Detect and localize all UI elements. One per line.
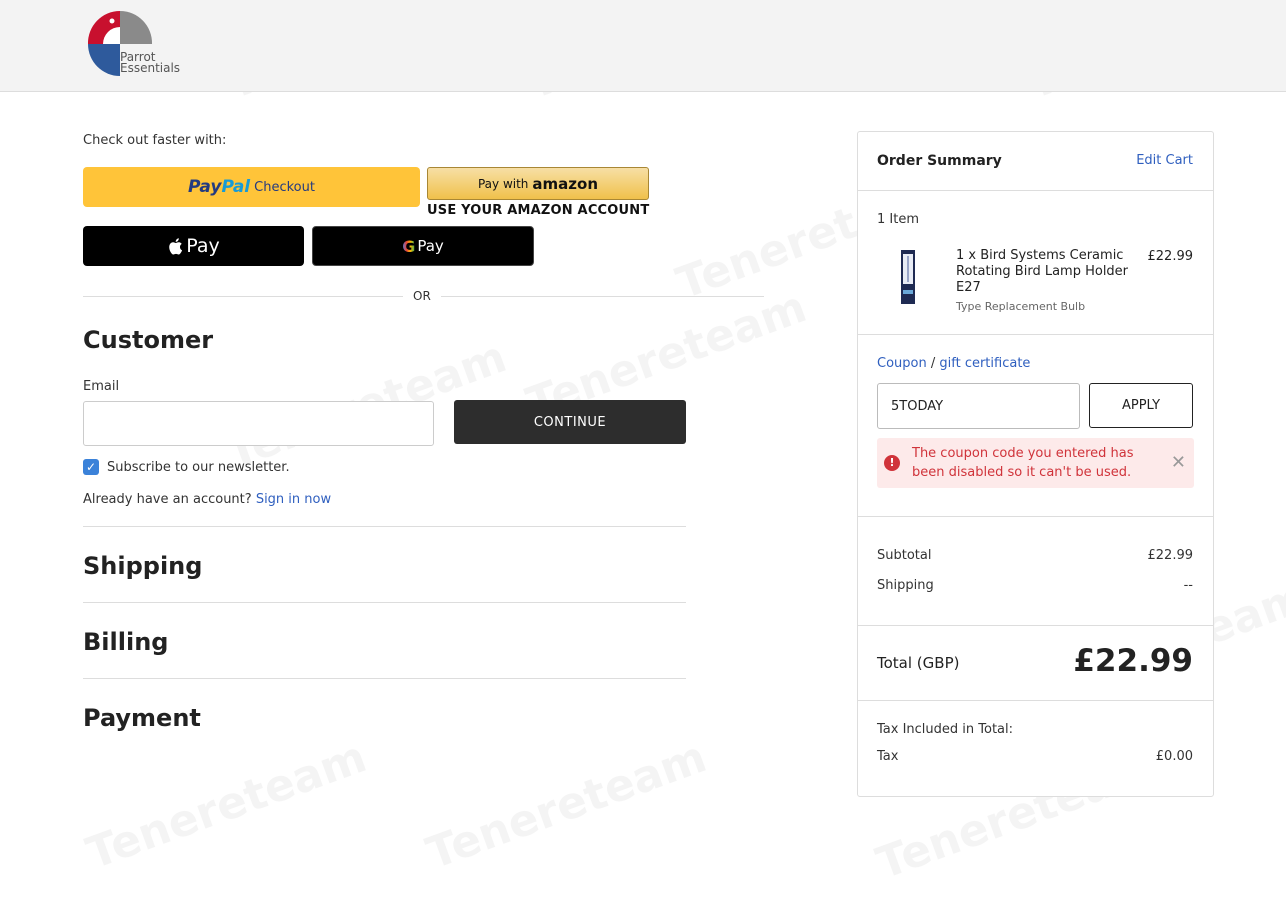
newsletter-label: Subscribe to our newsletter. <box>107 460 290 475</box>
paypal-pay-text: Pay <box>188 177 222 197</box>
gift-certificate-link[interactable]: gift certificate <box>939 356 1030 371</box>
order-summary-header: Order Summary Edit Cart <box>858 132 1213 191</box>
watermark: Tenereteam <box>420 731 713 879</box>
google-g-icon: G <box>402 236 416 256</box>
section-divider <box>83 526 686 527</box>
coupon-code-input[interactable] <box>877 383 1080 429</box>
section-divider <box>83 678 686 679</box>
paypal-checkout-label: Checkout <box>254 179 315 195</box>
summary-divider <box>858 625 1213 626</box>
order-summary-title: Order Summary <box>877 153 1002 169</box>
google-pay-label: Pay <box>417 237 444 255</box>
error-icon: ! <box>884 455 900 471</box>
paypal-logo: PayPal <box>188 177 250 197</box>
logo-line-2: Essentials <box>120 61 181 75</box>
payment-heading: Payment <box>83 704 201 732</box>
coupon-separator: / <box>926 356 940 371</box>
express-checkout-heading: Check out faster with: <box>83 133 227 148</box>
apple-pay-button[interactable]: Pay <box>83 226 304 266</box>
sign-in-prompt: Already have an account? Sign in now <box>83 492 331 507</box>
tax-label: Tax <box>877 749 899 764</box>
section-divider <box>83 602 686 603</box>
continue-button[interactable]: CONTINUE <box>454 400 686 444</box>
amazon-pay-button[interactable]: Pay with amazon <box>427 167 649 200</box>
apple-icon <box>169 237 183 255</box>
email-label: Email <box>83 379 120 394</box>
amazon-account-caption: USE YOUR AMAZON ACCOUNT <box>427 203 650 218</box>
summary-divider <box>858 516 1213 517</box>
item-count: 1 Item <box>877 212 919 227</box>
tax-heading: Tax Included in Total: <box>877 722 1014 737</box>
account-prompt-text: Already have an account? <box>83 492 252 507</box>
coupon-error-alert: ! The coupon code you entered has been d… <box>877 438 1194 488</box>
coupon-toggle: Coupon / gift certificate <box>877 356 1030 371</box>
google-pay-button[interactable]: G Pay <box>312 226 534 266</box>
customer-heading: Customer <box>83 326 214 354</box>
order-summary-panel: Order Summary Edit Cart 1 Item 1 x Bird … <box>857 131 1214 797</box>
summary-divider <box>858 700 1213 701</box>
parrot-essentials-logo[interactable]: Parrot Essentials <box>87 10 198 77</box>
apply-coupon-button[interactable]: APPLY <box>1089 383 1193 428</box>
close-icon[interactable]: ✕ <box>1171 452 1186 473</box>
apple-pay-label: Pay <box>186 235 220 257</box>
product-option: Type Replacement Bulb <box>956 300 1086 313</box>
shipping-heading: Shipping <box>83 552 203 580</box>
summary-divider <box>858 334 1213 335</box>
amazon-logo: amazon <box>532 174 599 193</box>
product-name: 1 x Bird Systems Ceramic Rotating Bird L… <box>956 248 1129 295</box>
paypal-pal-text: Pal <box>221 177 251 197</box>
subtotal-value: £22.99 <box>1147 548 1194 563</box>
total-label: Total (GBP) <box>877 654 960 672</box>
product-price: £22.99 <box>1147 249 1194 264</box>
logo-text: Parrot Essentials <box>120 51 181 75</box>
billing-heading: Billing <box>83 628 169 656</box>
newsletter-checkbox[interactable]: ✓ <box>83 459 99 475</box>
tax-value: £0.00 <box>1155 749 1193 764</box>
email-field[interactable] <box>83 401 434 446</box>
or-label: OR <box>403 289 441 303</box>
paypal-checkout-button[interactable]: PayPal Checkout <box>83 167 420 207</box>
coupon-error-message: The coupon code you entered has been dis… <box>912 446 1134 480</box>
coupon-link[interactable]: Coupon <box>877 356 927 371</box>
sign-in-link[interactable]: Sign in now <box>256 492 331 507</box>
product-thumbnail <box>901 250 915 304</box>
site-header: Parrot Essentials <box>0 0 1286 92</box>
watermark: Tenereteam <box>80 731 373 879</box>
subtotal-label: Subtotal <box>877 548 932 563</box>
edit-cart-link[interactable]: Edit Cart <box>1136 153 1193 168</box>
amazon-pay-prefix: Pay with <box>477 176 529 191</box>
total-value: £22.99 <box>1073 643 1193 679</box>
shipping-label: Shipping <box>877 578 934 593</box>
shipping-value: -- <box>1183 578 1193 593</box>
